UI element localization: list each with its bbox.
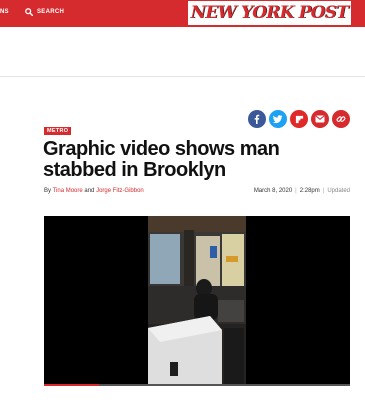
- author-link-1[interactable]: Tina Moore: [53, 188, 83, 194]
- author-link-2[interactable]: Jorge Fitz-Gibbon: [96, 188, 144, 194]
- search-button[interactable]: SEARCH: [25, 8, 64, 16]
- video-player[interactable]: [44, 216, 350, 386]
- video-still-image: [148, 216, 246, 386]
- section-badge[interactable]: METRO: [44, 127, 72, 135]
- header-divider: [0, 76, 365, 77]
- share-email-button[interactable]: [311, 110, 329, 128]
- publish-time: 2:28pm: [299, 188, 320, 194]
- video-frame: [148, 216, 246, 386]
- share-link-button[interactable]: [332, 110, 350, 128]
- email-icon: [315, 115, 325, 123]
- site-logo[interactable]: NEW YORK POST: [187, 1, 351, 25]
- updated-label: Updated: [327, 188, 350, 194]
- share-twitter-button[interactable]: [269, 110, 287, 128]
- time-separator: |: [322, 188, 325, 194]
- link-icon: [336, 116, 346, 122]
- publish-date: March 8, 2020: [253, 188, 293, 194]
- byline-and: and: [84, 188, 95, 194]
- share-facebook-button[interactable]: [248, 110, 266, 128]
- facebook-icon: [254, 114, 260, 124]
- top-nav-bar: NS SEARCH NEW YORK POST: [0, 0, 365, 27]
- share-bar: [248, 110, 350, 128]
- search-label: SEARCH: [37, 9, 65, 15]
- video-progress-bar[interactable]: [44, 384, 350, 386]
- search-icon: [25, 8, 33, 16]
- nav-item-truncated[interactable]: NS: [0, 9, 9, 15]
- byline: By Tina Moore and Jorge Fitz-Gibbon: [44, 188, 144, 194]
- date-separator: |: [295, 188, 297, 194]
- article-headline: Graphic video shows man stabbed in Brook…: [43, 138, 280, 181]
- logo-text: NEW YORK POST: [190, 3, 349, 23]
- twitter-icon: [273, 115, 283, 124]
- byline-prefix: By: [44, 188, 52, 194]
- share-flipboard-button[interactable]: [290, 110, 308, 128]
- video-progress-fill: [44, 384, 100, 386]
- flipboard-icon: [295, 115, 303, 123]
- dateline: March 8, 2020 | 2:28pm | Updated: [254, 188, 350, 194]
